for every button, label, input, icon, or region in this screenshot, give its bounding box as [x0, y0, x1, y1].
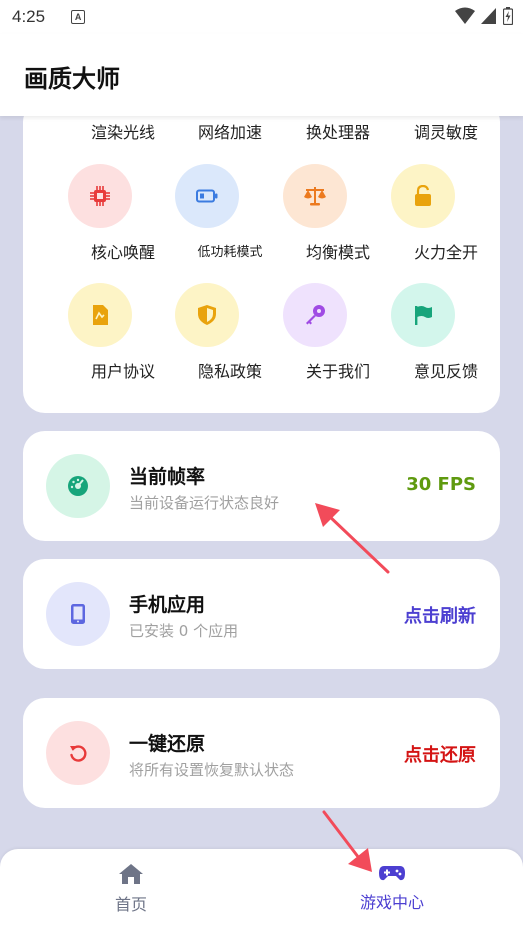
nav-game-center-label: 游戏中心 — [359, 893, 424, 912]
fps-title: 当前帧率 — [129, 466, 206, 488]
grid-item-sensitivity[interactable]: 调灵敏度 — [391, 119, 501, 143]
page-title: 画质大师 — [24, 65, 120, 93]
document-icon — [93, 305, 108, 325]
chip-icon — [90, 186, 110, 206]
nav-home-label: 首页 — [114, 895, 147, 914]
restore-card: 一键还原 将所有设置恢复默认状态 点击还原 — [23, 698, 500, 808]
apps-icon-circle — [46, 582, 110, 646]
restore-icon-circle — [46, 721, 110, 785]
grid-item-privacy-policy[interactable] — [175, 283, 239, 347]
fps-icon-circle — [46, 454, 110, 518]
app-header: 画质大师 — [0, 34, 523, 116]
grid-label-core-wake: 核心唤醒 — [90, 243, 155, 262]
battery-icon — [196, 189, 218, 203]
restore-button[interactable]: 点击还原 — [404, 741, 476, 767]
flag-icon — [415, 306, 432, 325]
wifi-icon — [455, 7, 475, 24]
grid-item-about-us[interactable] — [283, 283, 347, 347]
scale-icon — [304, 187, 326, 206]
grid-item-render-light[interactable]: 渲染光线 — [68, 119, 178, 143]
status-bar: 4:25 A — [0, 0, 523, 34]
annotation-arrow-icon — [315, 503, 390, 574]
apps-title: 手机应用 — [129, 594, 206, 616]
battery-status-icon — [503, 7, 513, 25]
bottom-nav: 首页 游戏中心 — [0, 849, 523, 929]
grid-item-user-agreement[interactable] — [68, 283, 132, 347]
grid-item-network-boost[interactable]: 网络加速 — [175, 119, 285, 143]
grid-label-privacy-policy: 隐私政策 — [197, 362, 262, 381]
nav-home[interactable]: 首页 — [71, 863, 191, 915]
grid-item-full-power[interactable] — [391, 164, 455, 228]
apps-card: 手机应用 已安装 0 个应用 点击刷新 — [23, 559, 500, 669]
grid-item-switch-processor[interactable]: 换处理器 — [283, 119, 393, 143]
status-time: 4:25 — [12, 7, 46, 26]
restore-title: 一键还原 — [129, 733, 206, 755]
grid-item-core-wake[interactable] — [68, 164, 132, 228]
refresh-button[interactable]: 点击刷新 — [404, 602, 476, 628]
fps-card: 当前帧率 当前设备运行状态良好 30 FPS — [23, 431, 500, 541]
grid-item-low-power[interactable] — [175, 164, 239, 228]
phone-icon — [71, 604, 85, 624]
status-icons — [455, 7, 513, 25]
unlock-icon — [415, 185, 431, 206]
restore-subtitle: 将所有设置恢复默认状态 — [129, 761, 295, 779]
gamepad-icon — [379, 866, 405, 881]
key-icon — [306, 305, 325, 325]
grid-label-feedback: 意见反馈 — [413, 362, 478, 381]
grid-item-balanced[interactable] — [283, 164, 347, 228]
signal-icon — [481, 8, 496, 24]
restore-icon — [70, 745, 87, 762]
gauge-icon — [68, 476, 88, 496]
home-icon — [119, 864, 143, 884]
notification-icon: A — [71, 10, 86, 24]
shield-icon — [198, 305, 216, 325]
annotation-arrow-icon — [322, 810, 372, 872]
fps-value: 30 FPS — [406, 474, 476, 495]
grid-item-feedback[interactable] — [391, 283, 455, 347]
grid-label-balanced: 均衡模式 — [305, 243, 370, 262]
grid-label-low-power: 低功耗模式 — [197, 245, 263, 260]
grid-label-user-agreement: 用户协议 — [90, 362, 155, 381]
apps-subtitle: 已安装 0 个应用 — [129, 622, 239, 640]
grid-label-about-us: 关于我们 — [305, 362, 370, 381]
fps-subtitle: 当前设备运行状态良好 — [129, 494, 280, 512]
grid-label-full-power: 火力全开 — [413, 243, 478, 262]
feature-grid-card: 渲染光线 网络加速 换处理器 调灵敏度 核心唤醒 低功耗模式 均衡模式 火力全开… — [23, 100, 500, 413]
